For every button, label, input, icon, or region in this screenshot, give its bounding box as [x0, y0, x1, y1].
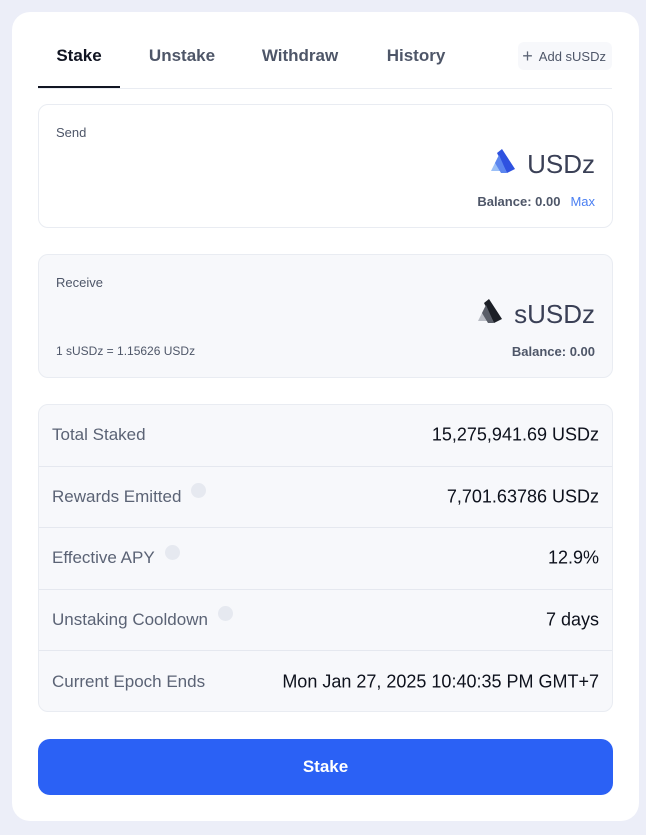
- stat-row-current-epoch-ends: Current Epoch Ends Mon Jan 27, 2025 10:4…: [39, 651, 612, 711]
- tab-stake[interactable]: Stake: [38, 38, 120, 88]
- send-panel[interactable]: Send USDz Balance: 0.00 Max: [38, 104, 613, 228]
- info-icon[interactable]: [191, 483, 207, 499]
- max-button[interactable]: Max: [570, 194, 595, 209]
- add-susdz-label: Add sUSDz: [538, 48, 606, 64]
- susdz-logo-icon: [476, 299, 504, 330]
- receive-token: sUSDz: [476, 299, 595, 330]
- staking-card: Stake Unstake Withdraw History + Add sUS…: [12, 12, 639, 821]
- staking-stats: Total Staked 15,275,941.69 USDz Rewards …: [38, 404, 613, 712]
- stat-row-total-staked: Total Staked 15,275,941.69 USDz: [39, 405, 612, 467]
- receive-label: Receive: [56, 275, 103, 290]
- info-icon[interactable]: [164, 544, 180, 560]
- tab-history[interactable]: History: [384, 38, 448, 88]
- unstaking-cooldown-value: 7 days: [545, 609, 599, 630]
- add-susdz-button[interactable]: + Add sUSDz: [518, 42, 612, 70]
- receive-balance: Balance: 0.00: [511, 344, 595, 359]
- rewards-emitted-label: Rewards Emitted: [52, 486, 182, 506]
- total-staked-value: 15,275,941.69 USDz: [431, 424, 599, 445]
- total-staked-label: Total Staked: [52, 425, 146, 445]
- tab-unstake[interactable]: Unstake: [144, 38, 220, 88]
- stake-button[interactable]: Stake: [38, 739, 613, 795]
- receive-balance-row: Balance: 0.00: [512, 344, 595, 359]
- effective-apy-label: Effective APY: [52, 548, 155, 568]
- tab-bar: Stake Unstake Withdraw History + Add sUS…: [38, 38, 612, 89]
- stat-label: Rewards Emitted: [52, 483, 207, 507]
- current-epoch-ends-value: Mon Jan 27, 2025 10:40:35 PM GMT+7: [282, 671, 599, 692]
- current-epoch-ends-label: Current Epoch Ends: [52, 671, 206, 691]
- exchange-rate: 1 sUSDz = 1.15626 USDz: [56, 344, 196, 358]
- plus-icon: +: [522, 46, 533, 66]
- send-token-name: USDz: [527, 149, 595, 179]
- usdz-logo-icon: [489, 149, 517, 180]
- receive-token-name: sUSDz: [514, 299, 595, 329]
- effective-apy-value: 12.9%: [547, 547, 599, 568]
- rewards-emitted-value: 7,701.63786 USDz: [446, 486, 599, 507]
- info-icon[interactable]: [217, 606, 233, 622]
- send-balance-row: Balance: 0.00 Max: [477, 194, 595, 209]
- stat-row-effective-apy: Effective APY 12.9%: [39, 528, 612, 590]
- stat-label: Unstaking Cooldown: [52, 606, 233, 630]
- unstaking-cooldown-label: Unstaking Cooldown: [52, 609, 208, 629]
- stat-row-unstaking-cooldown: Unstaking Cooldown 7 days: [39, 590, 612, 651]
- receive-panel: Receive sUSDz 1 sUSDz = 1.15626 USDz Bal…: [38, 254, 613, 378]
- send-label: Send: [56, 125, 87, 140]
- stat-row-rewards-emitted: Rewards Emitted 7,701.63786 USDz: [39, 467, 612, 528]
- stat-label: Total Staked: [52, 425, 146, 445]
- tab-withdraw[interactable]: Withdraw: [260, 38, 340, 88]
- stat-label: Current Epoch Ends: [52, 672, 205, 692]
- stat-label: Effective APY: [52, 544, 180, 568]
- send-balance: Balance: 0.00: [477, 194, 561, 209]
- send-token: USDz: [489, 149, 595, 180]
